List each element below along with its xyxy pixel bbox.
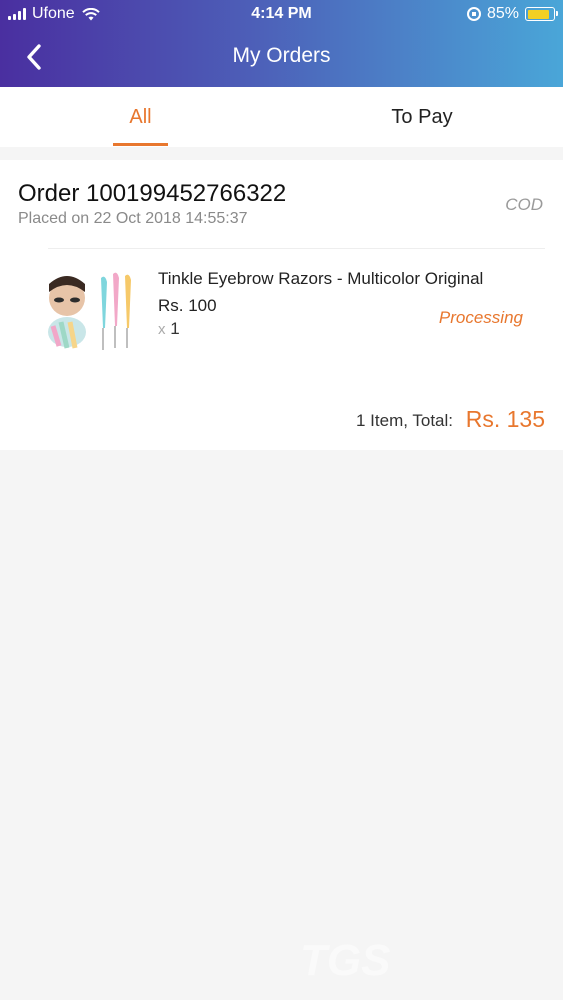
order-number: Order 100199452766322 [18, 180, 287, 207]
battery-percent: 85% [486, 5, 519, 22]
status-right: 85% [466, 5, 558, 23]
tab-all[interactable]: All [113, 87, 168, 147]
total-value: Rs. 135 [465, 406, 545, 432]
total-label: 1 Item, Total: [355, 411, 453, 430]
payment-method: COD [505, 195, 543, 214]
watermark-logo-icon: TGS [300, 936, 390, 983]
quantity-prefix: x [158, 321, 166, 338]
page-title: My Orders [232, 44, 331, 67]
product-price: Rs. 100 [158, 296, 217, 315]
product-quantity: x 1 [158, 319, 180, 339]
quantity-value: 1 [170, 319, 180, 338]
rotation-lock-icon [466, 7, 481, 21]
order-placed-date: Placed on 22 Oct 2018 14:55:37 [18, 210, 248, 227]
product-name[interactable]: Tinkle Eyebrow Razors - Multicolor Origi… [158, 269, 483, 289]
svg-text:TGS: TGS [300, 936, 390, 983]
app-header: Ufone 4:14 PM 85% My Orders [0, 0, 563, 87]
product-thumbnail[interactable] [45, 270, 137, 355]
order-status: Processing [438, 308, 523, 327]
tab-to-pay[interactable]: To Pay [372, 87, 472, 147]
status-bar: Ufone 4:14 PM 85% [0, 0, 563, 30]
order-tabs: All To Pay [0, 87, 563, 147]
battery-icon [525, 7, 558, 21]
order-card[interactable]: Order 100199452766322 Placed on 22 Oct 2… [0, 160, 563, 450]
divider [48, 248, 545, 249]
